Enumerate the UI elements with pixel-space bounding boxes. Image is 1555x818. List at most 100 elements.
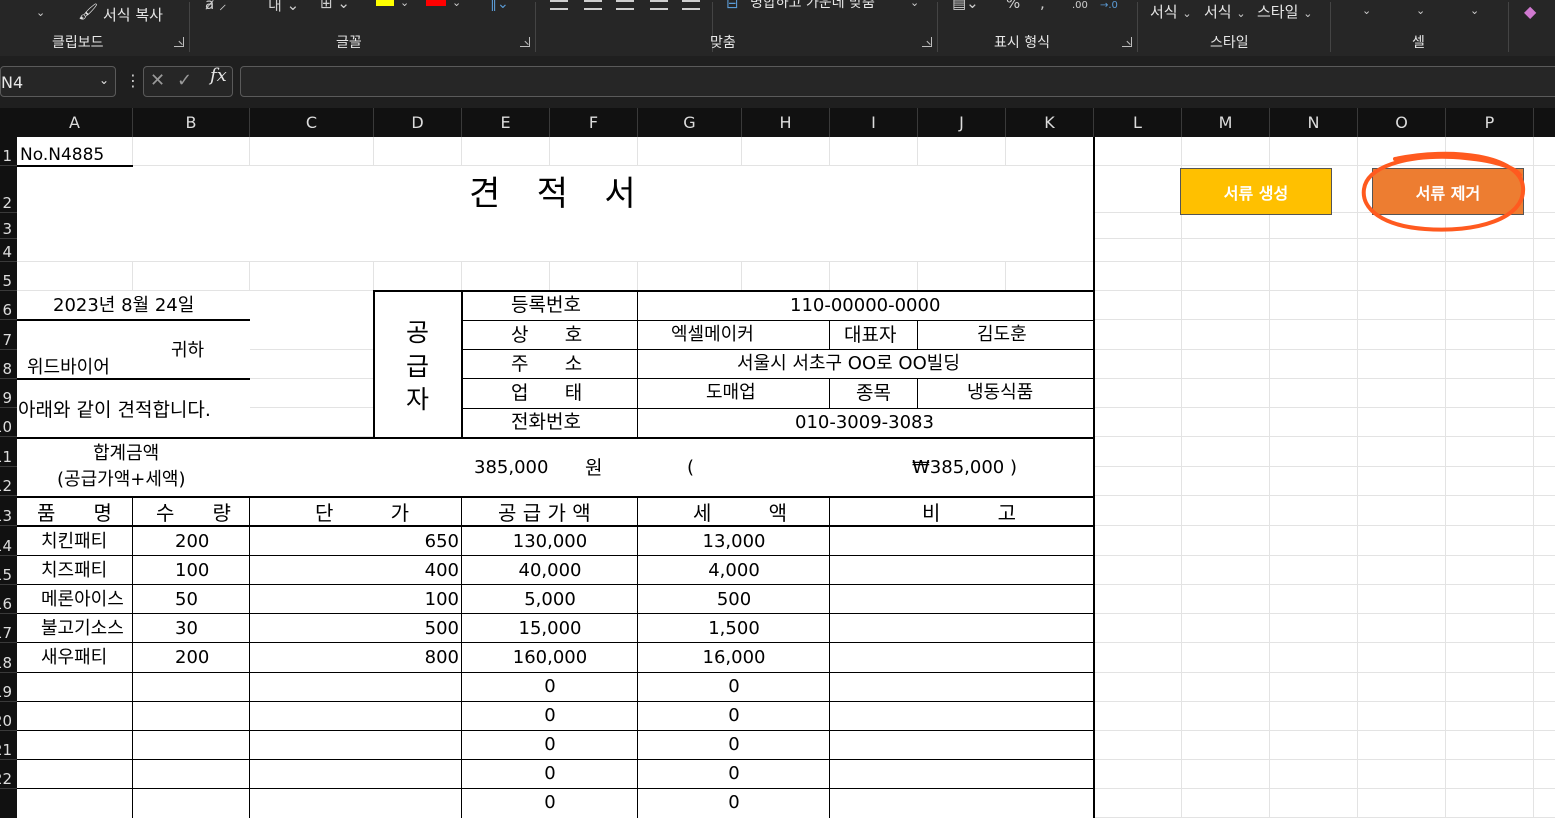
eraser-icon[interactable]: ◆ xyxy=(1524,2,1536,21)
number-dialog-launcher-icon[interactable] xyxy=(1122,37,1132,47)
font-dialog-launcher-icon[interactable] xyxy=(520,37,530,47)
delete-cells-chevron-icon[interactable]: ⌄ xyxy=(1416,4,1425,17)
column-header-E[interactable]: E xyxy=(462,108,550,137)
phonetic-icon[interactable]: 내 ⌄ xyxy=(268,0,299,15)
merge-center-icon[interactable]: ⊟ xyxy=(726,0,739,12)
item-qty: 30 xyxy=(175,618,198,639)
header-item-name: 품 명 xyxy=(37,501,112,525)
border-item-right xyxy=(917,379,918,408)
format-painter-icon[interactable]: 🖌 xyxy=(78,2,98,21)
row-number: 3 xyxy=(2,220,12,238)
format-painter-button[interactable]: 서식 복사 xyxy=(103,4,163,25)
column-header-C[interactable]: C xyxy=(250,108,374,137)
row-header-3[interactable]: 3 xyxy=(0,213,17,239)
row-header-2[interactable]: 2 xyxy=(0,166,17,213)
reg-no-label: 등록번호 xyxy=(511,294,581,316)
enter-icon[interactable]: ✓ xyxy=(177,70,192,91)
company-value: 엑셀메이커 xyxy=(671,324,754,345)
accounting-format-icon[interactable]: ▤⌄ xyxy=(952,0,979,12)
column-header-N[interactable]: N xyxy=(1270,108,1358,137)
item-tax: 500 xyxy=(716,589,752,610)
decrease-indent-icon[interactable] xyxy=(650,0,668,10)
row-header-22[interactable]: 22 xyxy=(0,760,17,789)
column-header-L[interactable]: L xyxy=(1094,108,1182,137)
format-as-table-label: 서식 xyxy=(1204,3,1232,21)
column-header-G[interactable]: G xyxy=(638,108,742,137)
column-header-D[interactable]: D xyxy=(374,108,462,137)
row-header-12[interactable]: 12 xyxy=(0,467,17,496)
row-header-4[interactable]: 4 xyxy=(0,239,17,262)
row-header-10[interactable]: 10 xyxy=(0,408,17,437)
column-header-F[interactable]: F xyxy=(550,108,638,137)
cell-styles-button[interactable]: 스타일 ⌄ xyxy=(1257,1,1312,22)
row-header-8[interactable]: 8 xyxy=(0,350,17,379)
paste-dropdown-chevron-icon[interactable]: ⌄ xyxy=(36,6,45,19)
worksheet-grid[interactable]: No.N4885 견 적 서 2023년 8월 24일 위드바이어 귀하 아래와… xyxy=(17,137,1555,818)
row-header-1[interactable]: 1 xyxy=(0,137,17,166)
font-color-chevron-icon[interactable]: ⌄ xyxy=(452,0,461,9)
total-label-2: (공급가액+세액) xyxy=(57,469,186,490)
row-header-5[interactable]: 5 xyxy=(0,262,17,291)
column-header-P[interactable]: P xyxy=(1446,108,1534,137)
column-header-O[interactable]: O xyxy=(1358,108,1446,137)
row-header-21[interactable]: 21 xyxy=(0,731,17,760)
format-as-table-button[interactable]: 서식 ⌄ xyxy=(1204,1,1246,22)
name-box-chevron-icon[interactable]: ⌄ xyxy=(99,73,109,87)
row-header-16[interactable]: 16 xyxy=(0,585,17,614)
merge-center-button[interactable]: 병합하고 가운데 맞춤 xyxy=(750,0,875,12)
header-tax: 세 액 xyxy=(693,501,788,525)
column-header-I[interactable]: I xyxy=(830,108,918,137)
column-header-K[interactable]: K xyxy=(1006,108,1094,137)
percent-style-button[interactable]: % xyxy=(1006,0,1020,12)
row-header-9[interactable]: 9 xyxy=(0,379,17,408)
row-header-18[interactable]: 18 xyxy=(0,643,17,673)
row-header-11[interactable]: 11 xyxy=(0,437,17,467)
font-size-decrease-icon[interactable]: ⱥ ⸝ xyxy=(205,0,226,14)
decrease-decimal-button[interactable]: →.0 xyxy=(1100,0,1118,11)
row-header-19[interactable]: 19 xyxy=(0,673,17,702)
fill-color-chevron-icon[interactable]: ⌄ xyxy=(400,0,409,9)
column-header-B[interactable]: B xyxy=(133,108,250,137)
row-header-6[interactable]: 6 xyxy=(0,291,17,320)
align-center-icon[interactable] xyxy=(584,0,602,10)
row-header-15[interactable]: 15 xyxy=(0,556,17,585)
item-price: 500 xyxy=(424,618,459,639)
create-document-button[interactable]: 서류 생성 xyxy=(1180,168,1332,215)
column-header-M[interactable]: M xyxy=(1182,108,1270,137)
insert-function-icon[interactable]: fx xyxy=(210,65,227,86)
row-header-17[interactable]: 17 xyxy=(0,614,17,643)
recipient-honorific: 귀하 xyxy=(171,340,205,361)
format-cells-chevron-icon[interactable]: ⌄ xyxy=(1470,4,1479,17)
row-header-13[interactable]: 13 xyxy=(0,496,17,526)
increase-decimal-button[interactable]: .00 xyxy=(1072,0,1088,11)
group-separator xyxy=(535,2,536,52)
align-left-icon[interactable] xyxy=(550,0,568,10)
row-header-14[interactable]: 14 xyxy=(0,526,17,556)
group-separator xyxy=(1508,2,1509,52)
formula-bar-more-icon[interactable]: ⋮ xyxy=(125,71,141,90)
border-icon[interactable]: ⊞ ⌄ xyxy=(320,0,350,12)
border-right-edge xyxy=(1093,137,1095,818)
border-item-row xyxy=(17,584,1094,585)
conditional-format-button[interactable]: 서식 ⌄ xyxy=(1150,1,1192,22)
cancel-icon[interactable]: ✕ xyxy=(150,70,165,91)
font-color-icon[interactable] xyxy=(426,0,446,6)
name-box[interactable]: N4 ⌄ xyxy=(0,66,116,97)
phone-value: 010-3009-3083 xyxy=(795,412,934,433)
column-header-A[interactable]: A xyxy=(17,108,133,137)
text-orientation-icon[interactable]: ∥⌄ xyxy=(490,0,509,12)
row-header-20[interactable]: 20 xyxy=(0,702,17,731)
clipboard-dialog-launcher-icon[interactable] xyxy=(174,37,184,47)
increase-indent-icon[interactable] xyxy=(682,0,700,10)
formula-input[interactable] xyxy=(240,66,1555,97)
fill-color-icon[interactable] xyxy=(376,0,394,6)
column-header-J[interactable]: J xyxy=(918,108,1006,137)
column-header-H[interactable]: H xyxy=(742,108,830,137)
merge-center-chevron-icon[interactable]: ⌄ xyxy=(910,0,919,9)
insert-cells-chevron-icon[interactable]: ⌄ xyxy=(1362,4,1371,17)
alignment-dialog-launcher-icon[interactable] xyxy=(922,37,932,47)
comma-style-button[interactable]: , xyxy=(1040,0,1045,12)
align-right-icon[interactable] xyxy=(616,0,634,10)
row-header-7[interactable]: 7 xyxy=(0,320,17,350)
border-item-row xyxy=(17,759,1094,760)
